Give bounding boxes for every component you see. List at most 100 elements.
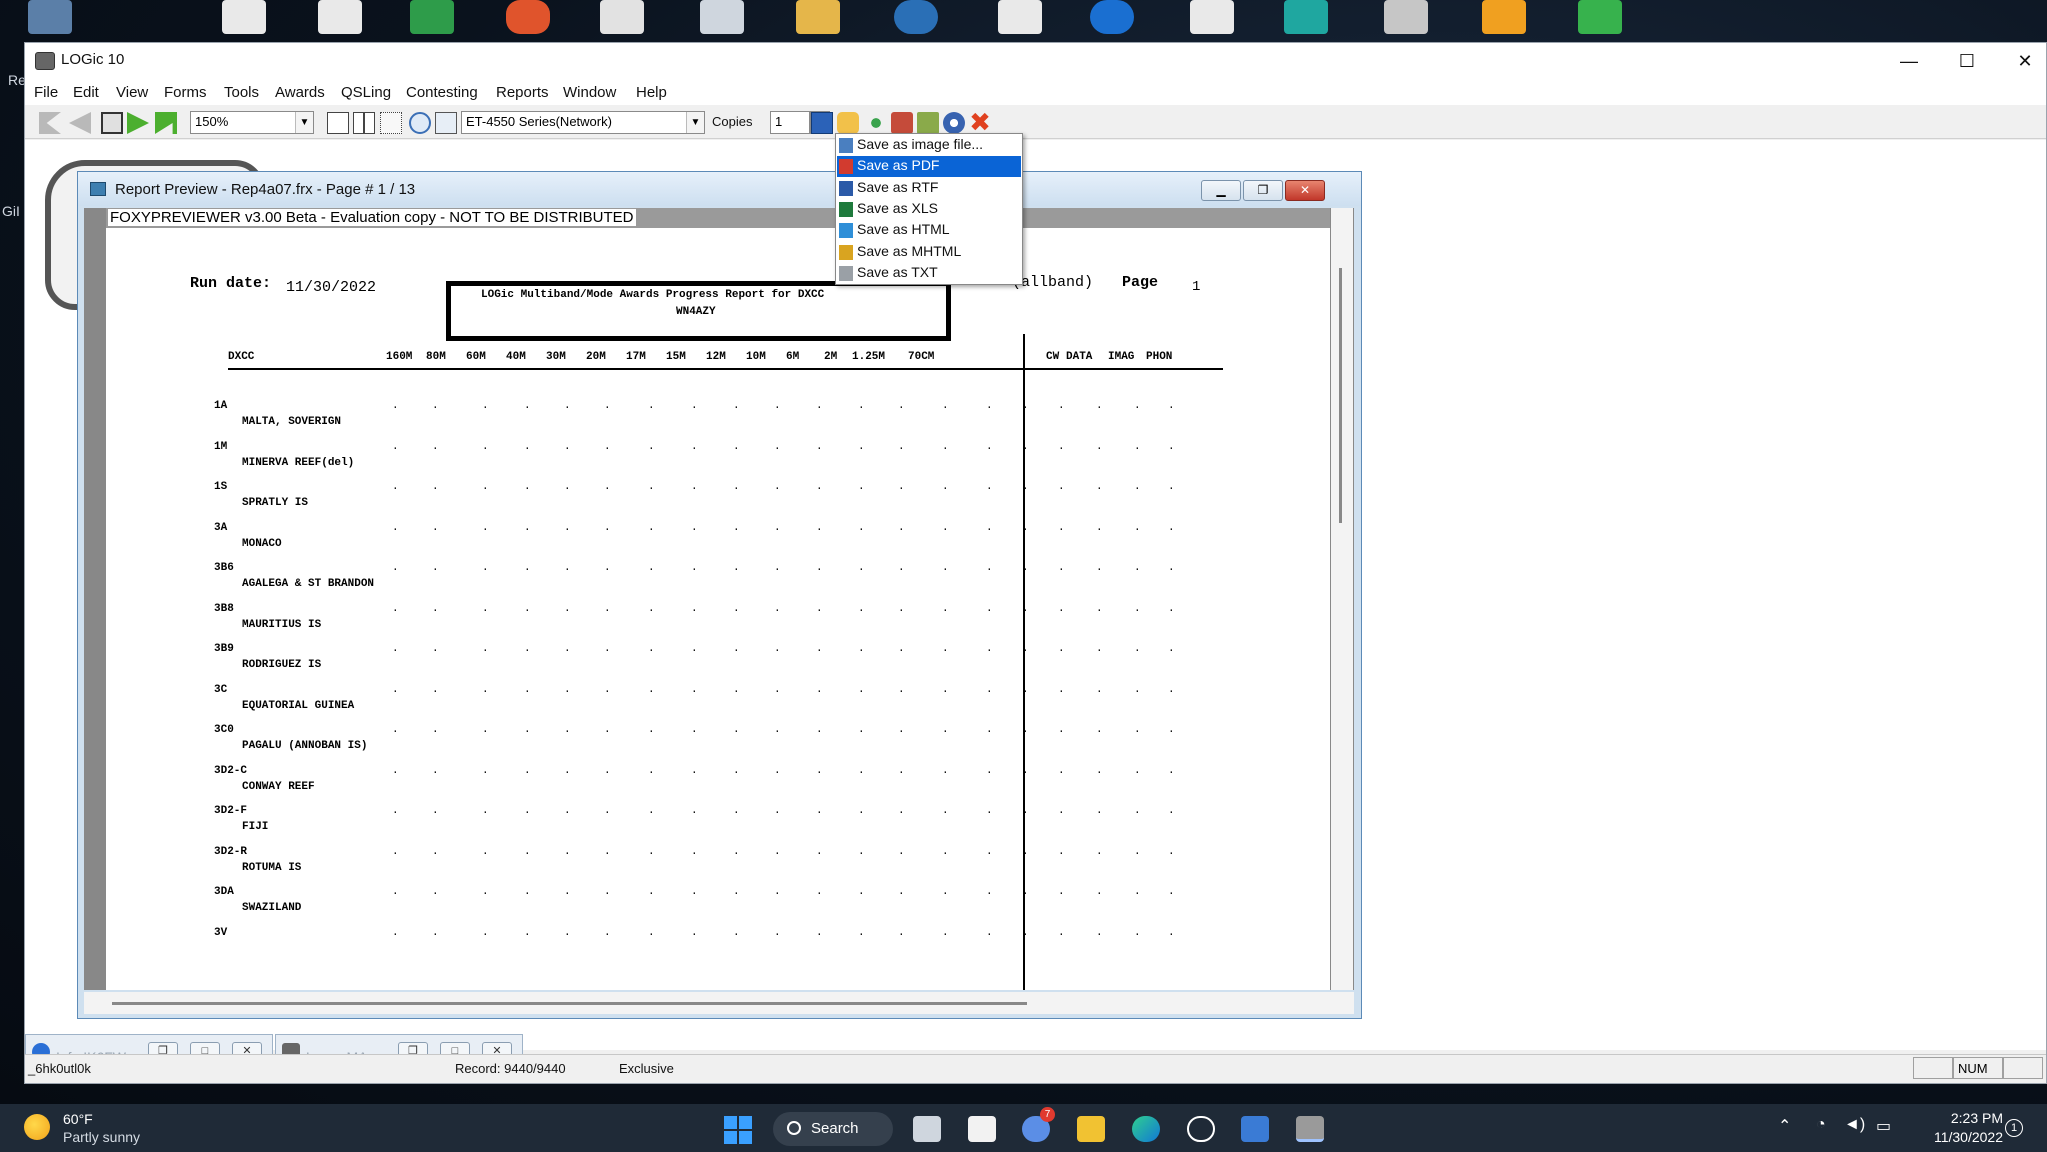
taskbar-search[interactable]: Search xyxy=(773,1112,893,1146)
desktop-icon[interactable] xyxy=(410,0,454,34)
logic-app-icon[interactable] xyxy=(1296,1116,1324,1142)
empty-cell-marker: . xyxy=(1022,562,1029,574)
vertical-scrollbar[interactable] xyxy=(1331,208,1353,990)
desktop-icon[interactable] xyxy=(894,0,938,34)
edge-browser-icon[interactable] xyxy=(1132,1116,1160,1142)
desktop-icon[interactable] xyxy=(1384,0,1428,34)
printer-select[interactable]: ET-4550 Series(Network) ▼ xyxy=(461,111,705,134)
save-menu-item[interactable]: Save as TXT xyxy=(837,263,1021,284)
multi-page-icon[interactable] xyxy=(380,112,402,134)
empty-cell-marker: . xyxy=(774,562,781,574)
desktop-icon[interactable] xyxy=(1482,0,1526,34)
empty-cell-marker: . xyxy=(691,805,698,817)
desktop-icon[interactable] xyxy=(998,0,1042,34)
menu-window[interactable]: Window xyxy=(563,84,616,101)
save-menu-item[interactable]: Save as MHTML xyxy=(837,242,1021,263)
close-button[interactable]: ✕ xyxy=(1996,43,2047,79)
gear-icon[interactable] xyxy=(943,112,965,134)
desktop-icon[interactable] xyxy=(1090,0,1134,34)
menu-qsling[interactable]: QSLing xyxy=(341,84,391,101)
preview-title-bar[interactable]: Report Preview - Rep4a07.frx - Page # 1 … xyxy=(78,172,1361,206)
menu-reports[interactable]: Reports xyxy=(496,84,549,101)
save-menu-item[interactable]: Save as XLS xyxy=(837,199,1021,220)
zoom-icon[interactable] xyxy=(409,112,431,134)
zoom-select[interactable]: 150% ▼ xyxy=(190,111,314,134)
empty-cell-marker: . xyxy=(1022,400,1029,412)
desktop-icon[interactable] xyxy=(28,0,72,34)
desktop-icon[interactable] xyxy=(318,0,362,34)
weather-icon[interactable] xyxy=(24,1114,50,1140)
menu-view[interactable]: View xyxy=(116,84,148,101)
last-page-icon[interactable] xyxy=(155,112,177,134)
print-icon[interactable] xyxy=(917,112,939,134)
menu-file[interactable]: File xyxy=(34,84,58,101)
save-menu-item[interactable]: Save as HTML xyxy=(837,220,1021,241)
close-button[interactable]: ✕ xyxy=(1285,180,1325,201)
notification-center-icon[interactable]: 1 xyxy=(2005,1119,2023,1137)
task-view-icon[interactable] xyxy=(913,1116,941,1142)
pages-icon[interactable] xyxy=(101,112,123,134)
empty-cell-marker: . xyxy=(648,521,655,534)
empty-cell-marker: . xyxy=(524,400,531,412)
desktop-icon[interactable] xyxy=(222,0,266,34)
save-icon[interactable] xyxy=(811,112,833,134)
empty-cell-marker: . xyxy=(733,845,740,858)
single-page-icon[interactable] xyxy=(327,112,349,134)
wifi-icon[interactable]: ◔ xyxy=(1816,1116,1826,1134)
desktop-icon[interactable] xyxy=(796,0,840,34)
notepad-icon[interactable] xyxy=(1241,1116,1269,1142)
file-explorer-icon[interactable] xyxy=(1077,1116,1105,1142)
taskbar: 60°F Partly sunny Search 7 ⌃ ◔ ◄) ▭ 2:23… xyxy=(0,1104,2047,1152)
desktop-icon[interactable] xyxy=(600,0,644,34)
weather-temperature[interactable]: 60°F xyxy=(63,1111,93,1127)
share-icon[interactable] xyxy=(865,112,887,134)
horizontal-scrollbar[interactable] xyxy=(84,992,1354,1014)
maximize-button[interactable]: ☐ xyxy=(1938,43,1996,79)
scroll-thumb[interactable] xyxy=(1339,268,1342,523)
clock-date[interactable]: 11/30/2022 xyxy=(1913,1129,2003,1145)
restore-button[interactable]: ❐ xyxy=(1243,180,1283,201)
next-page-icon[interactable] xyxy=(127,112,149,134)
menu-contesting[interactable]: Contesting xyxy=(406,84,478,101)
weather-description[interactable]: Partly sunny xyxy=(63,1129,140,1145)
menu-edit[interactable]: Edit xyxy=(73,84,99,101)
menu-help[interactable]: Help xyxy=(636,84,667,101)
save-menu-item[interactable]: Save as PDF xyxy=(837,156,1021,178)
empty-cell-marker: . xyxy=(564,845,571,858)
email-icon[interactable] xyxy=(837,112,859,134)
column-header-band: 160M xyxy=(386,351,413,363)
minimize-button[interactable]: — xyxy=(1880,43,1938,79)
save-menu-item[interactable]: Save as image file... xyxy=(837,135,1021,156)
minimize-button[interactable]: ▁ xyxy=(1201,180,1241,201)
close-preview-icon[interactable]: ✖ xyxy=(969,109,991,135)
export-icon[interactable] xyxy=(891,112,913,134)
chevron-down-icon[interactable]: ▼ xyxy=(686,112,704,133)
previous-page-icon[interactable] xyxy=(69,112,91,134)
menu-forms[interactable]: Forms xyxy=(164,84,207,101)
copies-input[interactable]: 1 xyxy=(770,111,810,134)
empty-cell-marker: . xyxy=(1168,926,1175,939)
desktop-icon[interactable] xyxy=(506,0,550,34)
first-page-icon[interactable] xyxy=(39,112,61,134)
desktop-icon[interactable] xyxy=(1578,0,1622,34)
volume-icon[interactable]: ◄) xyxy=(1844,1116,1865,1134)
menu-awards[interactable]: Awards xyxy=(275,84,325,101)
save-menu-item[interactable]: Save as RTF xyxy=(837,178,1021,199)
start-button[interactable] xyxy=(724,1116,752,1144)
dxcc-prefix: 3V xyxy=(214,926,228,939)
two-page-icon[interactable] xyxy=(353,112,375,134)
desktop-icon[interactable] xyxy=(700,0,744,34)
battery-icon[interactable]: ▭ xyxy=(1876,1116,1891,1136)
menu-tools[interactable]: Tools xyxy=(224,84,259,101)
chevron-up-icon[interactable]: ⌃ xyxy=(1778,1116,1791,1136)
desktop-icon[interactable] xyxy=(1284,0,1328,34)
clock-app-icon[interactable] xyxy=(1187,1116,1215,1142)
find-icon[interactable] xyxy=(435,112,457,134)
empty-cell-marker: . xyxy=(774,400,781,412)
title-bar[interactable]: LOGic 10 — ☐ ✕ xyxy=(25,43,2046,79)
chevron-down-icon[interactable]: ▼ xyxy=(295,112,313,133)
scroll-thumb[interactable] xyxy=(112,1002,1027,1005)
desktop-icon[interactable] xyxy=(1190,0,1234,34)
store-icon[interactable] xyxy=(968,1116,996,1142)
clock-time[interactable]: 2:23 PM xyxy=(1933,1110,2003,1126)
